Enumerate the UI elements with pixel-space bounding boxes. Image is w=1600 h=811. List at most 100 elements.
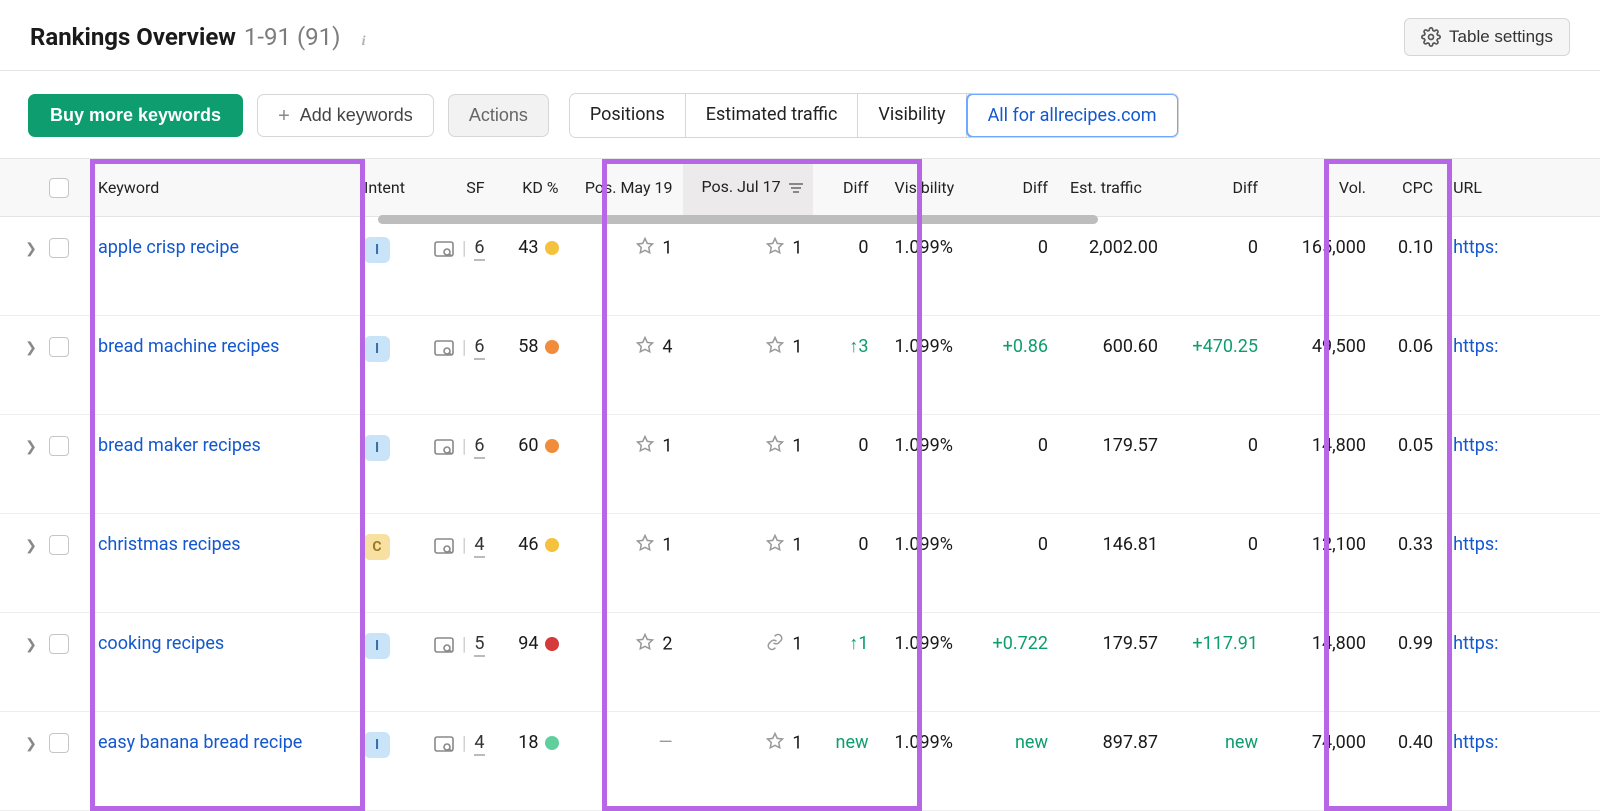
- buy-keywords-button[interactable]: Buy more keywords: [28, 94, 243, 137]
- col-est-traffic[interactable]: Est. traffic: [1058, 159, 1168, 216]
- kd-dot-icon: [545, 439, 559, 453]
- cell-url: https:: [1443, 315, 1600, 414]
- expand-toggle[interactable]: ❯: [0, 414, 44, 513]
- cell-vis-diff: 0: [983, 216, 1058, 315]
- table-row: ❯bread machine recipesI|658 4 1↑31.099%+…: [0, 315, 1600, 414]
- keyword-link[interactable]: bread maker recipes: [98, 435, 261, 456]
- checkbox-icon[interactable]: [49, 634, 69, 654]
- row-checkbox[interactable]: [44, 513, 84, 612]
- keyword-link[interactable]: apple crisp recipe: [98, 237, 239, 258]
- row-checkbox[interactable]: [44, 612, 84, 711]
- intent-badge: I: [364, 336, 390, 362]
- row-checkbox[interactable]: [44, 315, 84, 414]
- col-vol[interactable]: Vol.: [1268, 159, 1388, 216]
- url-link[interactable]: https:: [1453, 336, 1498, 357]
- add-keywords-button[interactable]: + Add keywords: [257, 94, 434, 137]
- cell-est-traffic: 897.87: [1058, 711, 1168, 810]
- col-pos-jul-label: Pos. Jul 17: [702, 177, 781, 196]
- expand-toggle[interactable]: ❯: [0, 711, 44, 810]
- chevron-right-icon: ❯: [25, 736, 37, 752]
- cell-sf[interactable]: |6: [424, 216, 495, 315]
- tab-estimated-traffic[interactable]: Estimated traffic: [686, 94, 859, 137]
- star-icon: [766, 239, 784, 260]
- keyword-link[interactable]: easy banana bread recipe: [98, 732, 302, 753]
- col-pos-diff[interactable]: Diff: [813, 159, 883, 216]
- tab-all-for-domain[interactable]: All for allrecipes.com: [966, 93, 1179, 138]
- expand-toggle[interactable]: ❯: [0, 513, 44, 612]
- col-est-diff[interactable]: Diff: [1168, 159, 1268, 216]
- table-row: ❯cooking recipesI|594 2 1↑11.099%+0.7221…: [0, 612, 1600, 711]
- checkbox-icon[interactable]: [49, 337, 69, 357]
- kd-dot-icon: [545, 736, 559, 750]
- col-visibility[interactable]: Visibility: [883, 159, 983, 216]
- col-vis-diff[interactable]: Diff: [983, 159, 1058, 216]
- checkbox-icon[interactable]: [49, 238, 69, 258]
- cell-keyword: apple crisp recipe: [84, 216, 354, 315]
- url-link[interactable]: https:: [1453, 534, 1498, 555]
- sf-count: 4: [474, 732, 484, 756]
- url-link[interactable]: https:: [1453, 633, 1498, 654]
- keyword-link[interactable]: bread machine recipes: [98, 336, 279, 357]
- kd-dot-icon: [545, 241, 559, 255]
- cell-sf[interactable]: |6: [424, 414, 495, 513]
- col-pos-jul[interactable]: Pos. Jul 17: [683, 159, 813, 216]
- star-icon: [766, 437, 784, 458]
- chevron-right-icon: ❯: [25, 340, 37, 356]
- tab-visibility[interactable]: Visibility: [858, 94, 966, 137]
- star-icon: [766, 338, 784, 359]
- expand-toggle[interactable]: ❯: [0, 315, 44, 414]
- keyword-link[interactable]: christmas recipes: [98, 534, 241, 555]
- cell-sf[interactable]: |5: [424, 612, 495, 711]
- horizontal-scrollbar[interactable]: [378, 215, 1098, 224]
- cell-est-diff: 0: [1168, 216, 1268, 315]
- col-sf[interactable]: SF: [424, 159, 495, 216]
- table-row: ❯bread maker recipesI|660 1 101.099%0179…: [0, 414, 1600, 513]
- checkbox-icon[interactable]: [49, 733, 69, 753]
- col-keyword[interactable]: Keyword: [84, 159, 354, 216]
- cell-vol: 12,100: [1268, 513, 1388, 612]
- add-keywords-label: Add keywords: [300, 105, 413, 126]
- row-checkbox[interactable]: [44, 414, 84, 513]
- cell-vol: 165,000: [1268, 216, 1388, 315]
- col-cpc[interactable]: CPC: [1388, 159, 1443, 216]
- cell-intent: I: [354, 315, 424, 414]
- cell-cpc: 0.05: [1388, 414, 1443, 513]
- cell-intent: I: [354, 711, 424, 810]
- cell-kd: 94: [495, 612, 573, 711]
- cell-vis-diff: +0.86: [983, 315, 1058, 414]
- col-url[interactable]: URL: [1443, 159, 1600, 216]
- col-pos-may[interactable]: Pos. May 19: [573, 159, 683, 216]
- rankings-table: Keyword Intent SF KD % Pos. May 19 Pos. …: [0, 159, 1600, 811]
- cell-cpc: 0.99: [1388, 612, 1443, 711]
- actions-button[interactable]: Actions: [448, 94, 549, 137]
- sf-count: 4: [474, 534, 484, 558]
- url-link[interactable]: https:: [1453, 237, 1498, 258]
- cell-visibility: 1.099%: [883, 711, 983, 810]
- checkbox-icon[interactable]: [49, 535, 69, 555]
- cell-sf[interactable]: |4: [424, 513, 495, 612]
- kd-dot-icon: [545, 538, 559, 552]
- page-title-range: 1-91 (91): [244, 23, 341, 51]
- cell-sf[interactable]: |6: [424, 315, 495, 414]
- table-settings-button[interactable]: Table settings: [1404, 18, 1570, 56]
- col-select-all[interactable]: [44, 159, 84, 216]
- checkbox-icon[interactable]: [49, 436, 69, 456]
- checkbox-icon[interactable]: [49, 178, 69, 198]
- expand-toggle[interactable]: ❯: [0, 612, 44, 711]
- cell-pos-may: 1: [573, 513, 683, 612]
- col-intent[interactable]: Intent: [354, 159, 424, 216]
- row-checkbox[interactable]: [44, 216, 84, 315]
- cell-pos-jul: 1: [683, 711, 813, 810]
- cell-url: https:: [1443, 216, 1600, 315]
- row-checkbox[interactable]: [44, 711, 84, 810]
- expand-toggle[interactable]: ❯: [0, 216, 44, 315]
- col-kd[interactable]: KD %: [495, 159, 573, 216]
- url-link[interactable]: https:: [1453, 732, 1498, 753]
- url-link[interactable]: https:: [1453, 435, 1498, 456]
- keyword-link[interactable]: cooking recipes: [98, 633, 224, 654]
- cell-pos-jul: 1: [683, 414, 813, 513]
- tab-positions[interactable]: Positions: [570, 94, 686, 137]
- cell-keyword: christmas recipes: [84, 513, 354, 612]
- cell-sf[interactable]: |4: [424, 711, 495, 810]
- info-icon[interactable]: i: [355, 33, 373, 51]
